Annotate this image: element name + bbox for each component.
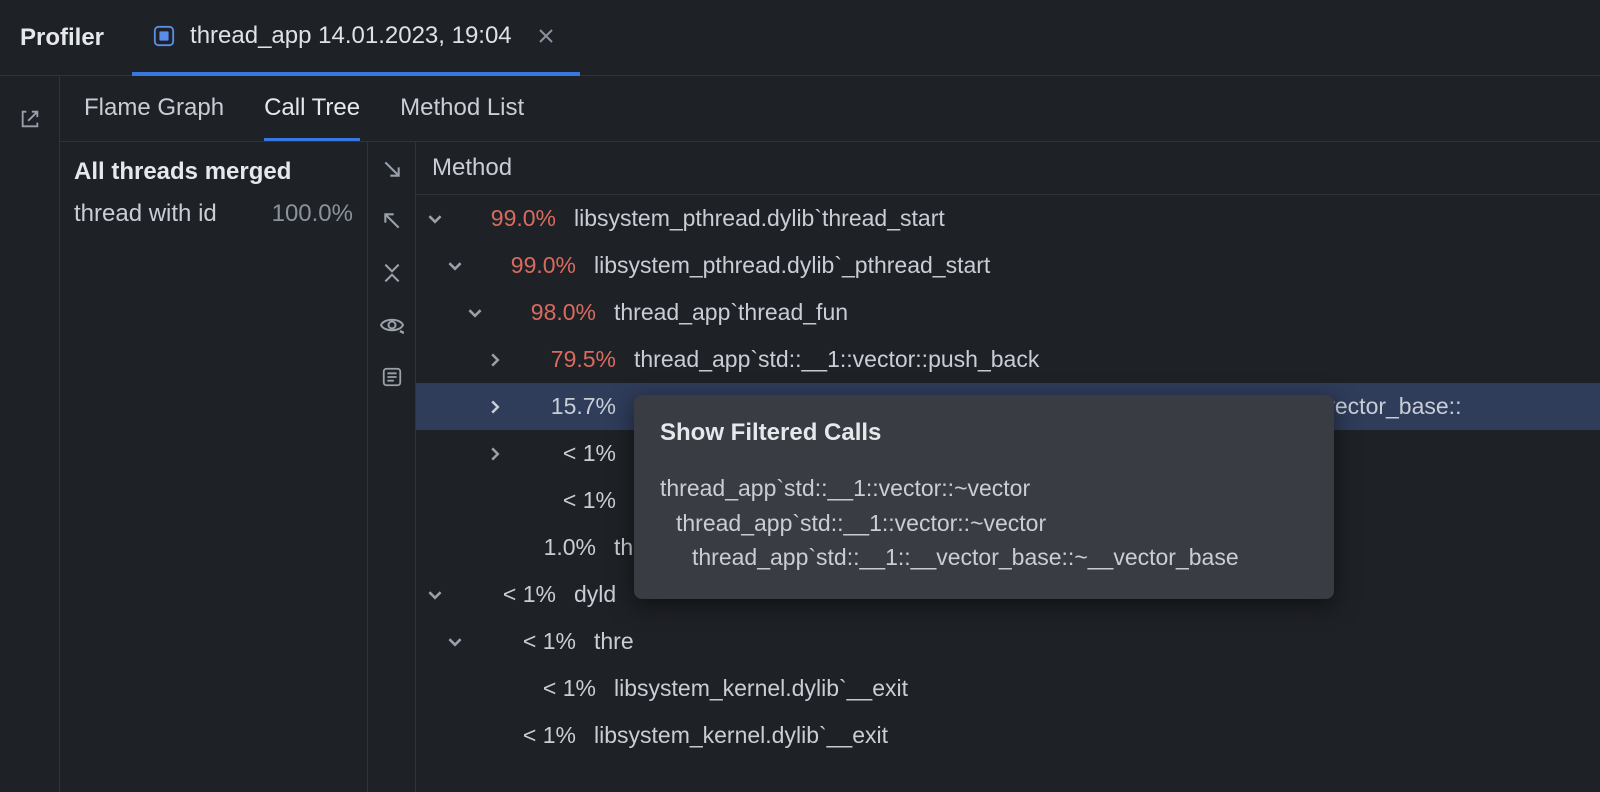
percentage: < 1% <box>524 440 616 467</box>
tree-row[interactable]: 79.5% thread_app`std::__1::vector::push_… <box>416 336 1600 383</box>
top-bar: Profiler thread_app 14.01.2023, 19:04 <box>0 0 1600 76</box>
method-name: dyld <box>574 581 616 608</box>
tree-row[interactable]: < 1% thre <box>416 618 1600 665</box>
profiler-session-tab[interactable]: thread_app 14.01.2023, 19:04 <box>132 0 580 76</box>
popup-line: thread_app`std::__1::vector::~vector <box>660 506 1308 541</box>
chevron-right-icon[interactable] <box>484 400 506 414</box>
percentage: 1.0% <box>504 534 596 561</box>
tab-method-list[interactable]: Method List <box>400 94 524 141</box>
chevron-down-icon[interactable] <box>444 635 466 649</box>
chevron-down-icon[interactable] <box>424 588 446 602</box>
percentage: 15.7% <box>524 393 616 420</box>
tree-header: Method <box>416 142 1600 195</box>
tree-panel: Method 99.0% libsystem_pthread.dylib`thr… <box>416 142 1600 792</box>
tab-label: thread_app 14.01.2023, 19:04 <box>190 22 512 50</box>
percentage: < 1% <box>484 722 576 749</box>
method-name: libsystem_pthread.dylib`thread_start <box>574 205 945 232</box>
chevron-down-icon[interactable] <box>424 212 446 226</box>
tree-toolbar <box>368 142 416 792</box>
visibility-icon[interactable] <box>377 310 407 340</box>
arrow-down-right-icon[interactable] <box>377 154 407 184</box>
popup-title: Show Filtered Calls <box>660 419 1308 447</box>
body-row: All threads merged thread with id 100.0% <box>60 142 1600 792</box>
external-link-icon[interactable] <box>15 104 45 134</box>
tree-row[interactable]: 99.0% libsystem_pthread.dylib`_pthread_s… <box>416 242 1600 289</box>
filtered-calls-popup: Show Filtered Calls thread_app`std::__1:… <box>634 395 1334 599</box>
close-icon[interactable] <box>532 22 560 50</box>
percentage: < 1% <box>524 487 616 514</box>
thread-label: thread with id <box>74 200 217 228</box>
chevron-down-icon[interactable] <box>444 259 466 273</box>
run-icon <box>152 24 176 48</box>
percentage: 99.0% <box>464 205 556 232</box>
method-name: thread_app`thread_fun <box>614 299 848 326</box>
chevron-right-icon[interactable] <box>484 353 506 367</box>
thread-panel: All threads merged thread with id 100.0% <box>60 142 368 792</box>
percentage: 98.0% <box>504 299 596 326</box>
percentage: 99.0% <box>484 252 576 279</box>
tab-call-tree[interactable]: Call Tree <box>264 94 360 141</box>
method-name: thread_app`std::__1::vector::push_back <box>634 346 1039 373</box>
percentage: 79.5% <box>524 346 616 373</box>
arrow-up-left-icon[interactable] <box>377 206 407 236</box>
tree-row[interactable]: < 1% libsystem_kernel.dylib`__exit <box>416 665 1600 712</box>
method-name: libsystem_pthread.dylib`_pthread_start <box>594 252 990 279</box>
tree-row[interactable]: < 1% libsystem_kernel.dylib`__exit <box>416 712 1600 759</box>
percentage: < 1% <box>464 581 556 608</box>
left-gutter <box>0 76 60 792</box>
method-name: th <box>614 534 633 561</box>
method-name: thre <box>594 628 634 655</box>
tab-flame-graph[interactable]: Flame Graph <box>84 94 224 141</box>
view-tabs: Flame Graph Call Tree Method List <box>60 76 1600 142</box>
chevron-down-icon[interactable] <box>464 306 486 320</box>
main-area: Flame Graph Call Tree Method List All th… <box>0 76 1600 792</box>
method-name: libsystem_kernel.dylib`__exit <box>614 675 908 702</box>
thread-pct: 100.0% <box>272 200 353 228</box>
popup-line: thread_app`std::__1::__vector_base::~__v… <box>660 540 1308 575</box>
content: Flame Graph Call Tree Method List All th… <box>60 76 1600 792</box>
popup-line: thread_app`std::__1::vector::~vector <box>660 471 1308 506</box>
tree-row[interactable]: 98.0% thread_app`thread_fun <box>416 289 1600 336</box>
method-name: libsystem_kernel.dylib`__exit <box>594 722 888 749</box>
percentage: < 1% <box>504 675 596 702</box>
app-title: Profiler <box>0 24 132 52</box>
percentage: < 1% <box>484 628 576 655</box>
threads-title: All threads merged <box>74 158 353 186</box>
thread-row[interactable]: thread with id 100.0% <box>74 200 353 228</box>
tree-row[interactable]: 99.0% libsystem_pthread.dylib`thread_sta… <box>416 195 1600 242</box>
collapse-icon[interactable] <box>377 258 407 288</box>
chevron-right-icon[interactable] <box>484 447 506 461</box>
list-icon[interactable] <box>377 362 407 392</box>
